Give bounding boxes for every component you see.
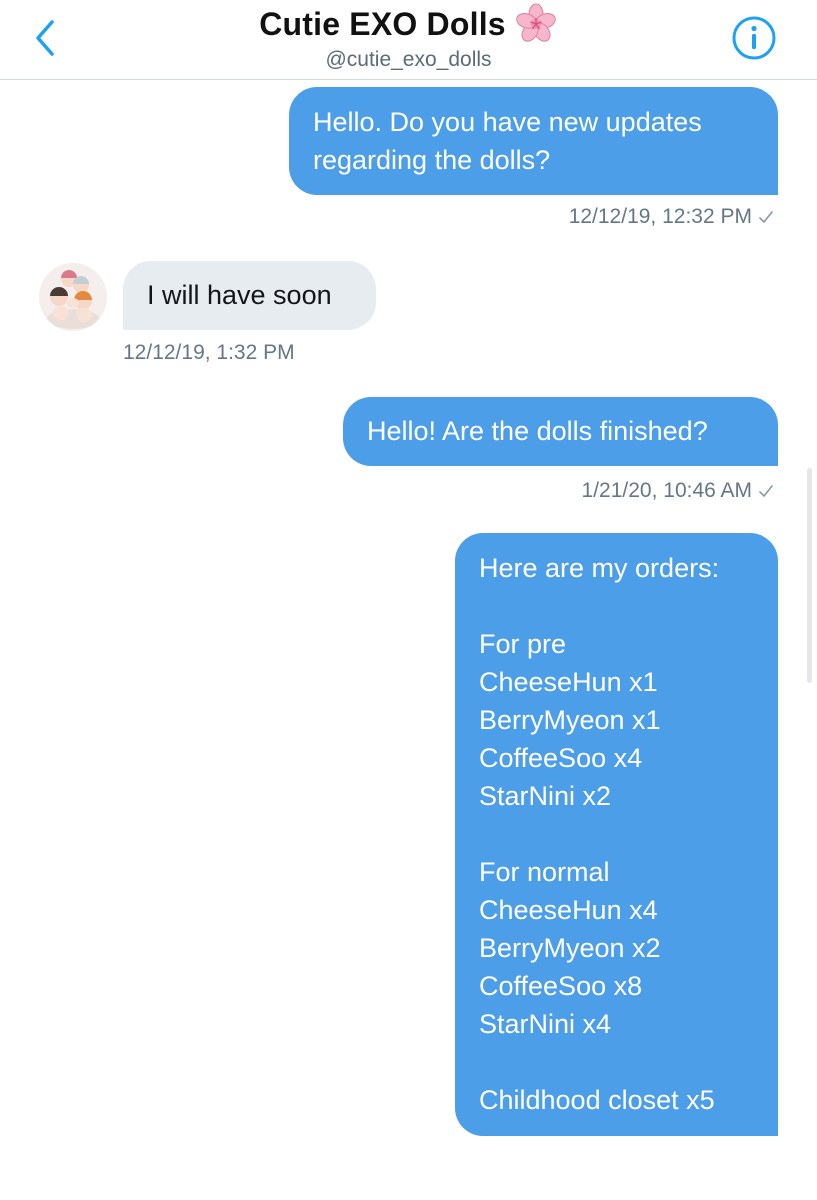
chevron-left-icon[interactable] bbox=[30, 16, 62, 60]
scrollbar[interactable] bbox=[807, 468, 812, 683]
conversation-title: Cutie EXO Dolls bbox=[259, 5, 506, 42]
title-line: Cutie EXO Dolls bbox=[0, 2, 817, 46]
message-bubble-outgoing[interactable]: Hello! Are the dolls finished? bbox=[343, 397, 778, 466]
dm-conversation-screen: Cutie EXO Dolls @cutie_exo_dolls Hello. … bbox=[0, 0, 817, 1200]
check-icon bbox=[759, 485, 773, 497]
conversation-header: Cutie EXO Dolls @cutie_exo_dolls bbox=[0, 0, 817, 80]
avatar[interactable] bbox=[39, 263, 107, 331]
message-bubble-outgoing[interactable]: Here are my orders: For pre CheeseHun x1… bbox=[455, 533, 778, 1136]
check-icon bbox=[759, 211, 773, 223]
message-timestamp: 12/12/19, 1:32 PM bbox=[123, 341, 295, 365]
info-icon[interactable] bbox=[731, 15, 777, 61]
timestamp-text: 1/21/20, 10:46 AM bbox=[581, 479, 752, 502]
cherry-blossom-icon bbox=[516, 3, 556, 42]
timestamp-text: 12/12/19, 1:32 PM bbox=[123, 341, 295, 364]
conversation-handle: @cutie_exo_dolls bbox=[325, 48, 492, 71]
message-timestamp: 12/12/19, 12:32 PM bbox=[569, 205, 774, 229]
message-bubble-outgoing[interactable]: Hello. Do you have new updates regarding… bbox=[289, 87, 778, 195]
timestamp-text: 12/12/19, 12:32 PM bbox=[568, 205, 752, 228]
message-bubble-incoming[interactable]: I will have soon bbox=[123, 261, 376, 330]
message-timestamp: 1/21/20, 10:46 AM bbox=[582, 479, 774, 503]
avatar-dolls-image bbox=[39, 263, 107, 331]
conversation-title-block[interactable]: Cutie EXO Dolls @cutie_exo_dolls bbox=[0, 0, 817, 72]
